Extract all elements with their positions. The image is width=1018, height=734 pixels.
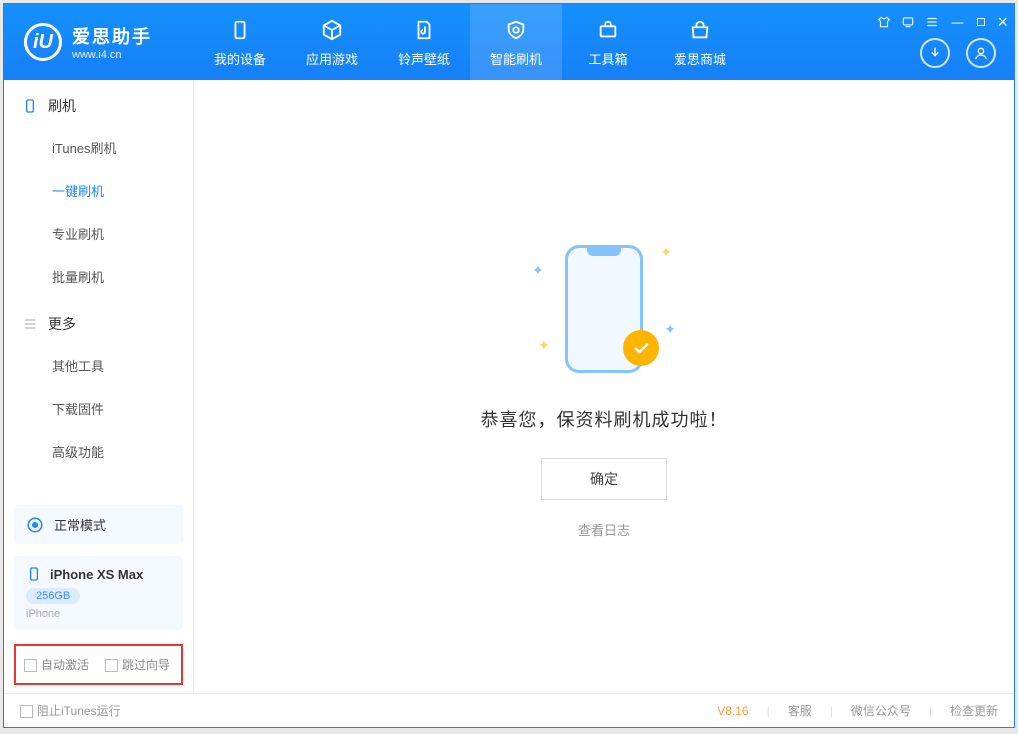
titlebar-right-icons <box>920 38 996 68</box>
nav-label: 应用游戏 <box>306 49 358 68</box>
phone-icon <box>22 98 38 114</box>
statusbar: 阻止iTunes运行 V8.16 | 客服 | 微信公众号 | 检查更新 <box>4 693 1014 727</box>
checkbox-block-itunes[interactable]: 阻止iTunes运行 <box>20 702 121 719</box>
nav-label: 智能刷机 <box>490 49 542 68</box>
sidebar-section-more: 更多 <box>4 298 193 344</box>
minimize-button[interactable]: － <box>949 10 965 34</box>
app-body: 刷机 iTunes刷机 一键刷机 专业刷机 批量刷机 更多 其他工具 下载固件 … <box>4 80 1014 693</box>
sidebar-item-advanced[interactable]: 高级功能 <box>4 430 193 473</box>
sparkle-icon: ✦ <box>664 321 676 338</box>
main-content: ✦ ✦ ✦ ✦ 恭喜您，保资料刷机成功啦！ 确定 查看日志 <box>194 80 1014 693</box>
toolbox-icon <box>595 17 621 43</box>
nav-store[interactable]: 爱思商城 <box>654 4 746 80</box>
mode-card[interactable]: 正常模式 <box>14 505 183 544</box>
checkbox-icon <box>105 659 118 672</box>
device-icon <box>227 17 253 43</box>
mode-label: 正常模式 <box>54 515 106 534</box>
nav-my-device[interactable]: 我的设备 <box>194 4 286 80</box>
success-message: 恭喜您，保资料刷机成功啦！ <box>481 406 728 432</box>
device-name: iPhone XS Max <box>50 567 143 582</box>
version-label: V8.16 <box>717 704 748 718</box>
cube-icon <box>319 17 345 43</box>
sidebar-item-oneclick-flash[interactable]: 一键刷机 <box>4 169 193 212</box>
app-name-en: www.i4.cn <box>72 49 152 61</box>
sidebar-item-itunes-flash[interactable]: iTunes刷机 <box>4 126 193 169</box>
device-capacity: 256GB <box>26 588 80 604</box>
status-link-wechat[interactable]: 微信公众号 <box>851 702 911 719</box>
sidebar-item-download-firmware[interactable]: 下载固件 <box>4 387 193 430</box>
sidebar-section-title: 刷机 <box>48 96 76 116</box>
device-type: iPhone <box>26 608 171 620</box>
nav-toolbox[interactable]: 工具箱 <box>562 4 654 80</box>
nav-label: 工具箱 <box>588 49 627 68</box>
checkbox-icon <box>20 705 33 718</box>
sparkle-icon: ✦ <box>660 244 672 261</box>
checkbox-icon <box>24 659 37 672</box>
view-log-link[interactable]: 查看日志 <box>578 520 630 539</box>
sidebar-item-batch-flash[interactable]: 批量刷机 <box>4 255 193 298</box>
logo-area: iU 爱思助手 www.i4.cn <box>4 23 194 61</box>
status-link-update[interactable]: 检查更新 <box>950 702 998 719</box>
nav-label: 铃声壁纸 <box>398 49 450 68</box>
sidebar-item-pro-flash[interactable]: 专业刷机 <box>4 212 193 255</box>
sidebar: 刷机 iTunes刷机 一键刷机 专业刷机 批量刷机 更多 其他工具 下载固件 … <box>4 80 194 693</box>
nav-label: 我的设备 <box>214 49 266 68</box>
account-button[interactable] <box>966 38 996 68</box>
store-icon <box>687 17 713 43</box>
device-phone-icon <box>26 566 42 582</box>
sidebar-item-other-tools[interactable]: 其他工具 <box>4 344 193 387</box>
download-manager-button[interactable] <box>920 38 950 68</box>
nav-ringtones-wallpapers[interactable]: 铃声壁纸 <box>378 4 470 80</box>
refresh-shield-icon <box>503 17 529 43</box>
sidebar-section-title: 更多 <box>48 314 76 334</box>
list-icon <box>22 316 38 332</box>
app-title: 爱思助手 www.i4.cn <box>72 23 152 61</box>
options-highlight-box: 自动激活 跳过向导 <box>14 644 183 685</box>
mode-icon <box>26 516 44 534</box>
sparkle-icon: ✦ <box>532 262 544 279</box>
status-link-support[interactable]: 客服 <box>788 702 812 719</box>
music-file-icon <box>411 17 437 43</box>
app-logo-icon: iU <box>24 23 62 61</box>
nav-smart-flash[interactable]: 智能刷机 <box>470 4 562 80</box>
app-window: iU 爱思助手 www.i4.cn 我的设备 应用游戏 铃声壁纸 智能刷机 <box>3 3 1015 728</box>
app-name-cn: 爱思助手 <box>72 23 152 49</box>
device-card[interactable]: iPhone XS Max 256GB iPhone <box>14 556 183 630</box>
checkbox-skip-guide[interactable]: 跳过向导 <box>105 656 170 673</box>
checkbox-auto-activate[interactable]: 自动激活 <box>24 656 89 673</box>
feedback-icon[interactable] <box>901 15 915 29</box>
sparkle-icon: ✦ <box>538 337 550 354</box>
ok-button[interactable]: 确定 <box>541 458 667 500</box>
maximize-button[interactable] <box>975 16 987 28</box>
shirt-icon[interactable] <box>877 15 891 29</box>
nav-label: 爱思商城 <box>674 49 726 68</box>
sidebar-section-flash: 刷机 <box>4 80 193 126</box>
top-nav: 我的设备 应用游戏 铃声壁纸 智能刷机 工具箱 爱思商城 <box>194 4 746 80</box>
close-button[interactable]: × <box>997 12 1008 33</box>
nav-apps-games[interactable]: 应用游戏 <box>286 4 378 80</box>
titlebar: iU 爱思助手 www.i4.cn 我的设备 应用游戏 铃声壁纸 智能刷机 <box>4 4 1014 80</box>
window-controls: － × <box>877 10 1008 34</box>
check-badge-icon <box>623 330 659 366</box>
menu-icon[interactable] <box>925 15 939 29</box>
success-illustration: ✦ ✦ ✦ ✦ <box>514 234 694 384</box>
